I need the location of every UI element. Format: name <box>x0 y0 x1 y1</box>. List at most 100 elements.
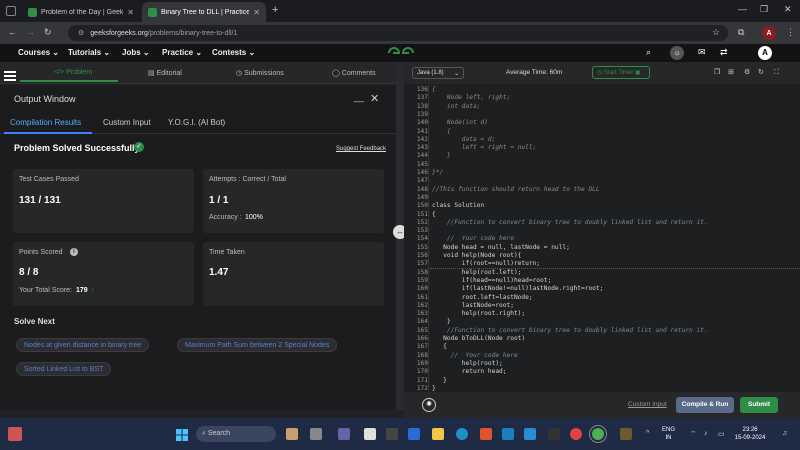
line-number: 154 <box>416 235 428 243</box>
clock[interactable]: 23:26 15-09-2024 <box>730 426 770 442</box>
minimize-icon[interactable]: — <box>738 5 747 14</box>
close-tab-icon[interactable]: ✕ <box>127 8 134 17</box>
browser-menu-icon[interactable]: ⋮ <box>786 28 795 37</box>
line-number: 156 <box>416 252 428 259</box>
copy-code-icon[interactable]: ❐ <box>714 69 720 76</box>
points-label: Points Scored <box>19 249 63 256</box>
code-line: Node(int d) <box>432 119 488 127</box>
line-number: 170 <box>416 368 428 376</box>
task-view-icon[interactable] <box>310 428 322 440</box>
maximize-icon[interactable]: ❐ <box>760 5 768 14</box>
minimize-output-icon[interactable]: __ <box>354 92 364 102</box>
profile-avatar[interactable]: A <box>762 26 776 40</box>
reload-icon[interactable]: ↻ <box>44 28 52 37</box>
nav-contests[interactable]: Contests ⌄ <box>212 48 255 57</box>
solve-next-link[interactable]: Maximum Path Sum between 2 Special Nodes <box>177 338 338 352</box>
new-tab-icon[interactable]: + <box>272 5 278 16</box>
line-number: 138 <box>416 102 428 110</box>
start-windows-icon[interactable] <box>176 428 188 441</box>
fullscreen-icon[interactable]: ⛶ <box>774 69 779 76</box>
wifi-icon[interactable]: ⌔ <box>690 430 697 439</box>
tab-actions-icon[interactable] <box>6 6 16 16</box>
widgets-icon[interactable] <box>8 427 22 441</box>
url-field[interactable]: ⚙ geeksforgeeks.org/problems/binary-tree… <box>68 25 728 41</box>
teams-icon[interactable] <box>338 428 350 440</box>
tab-problem[interactable]: </> Problem <box>54 69 92 76</box>
volume-icon[interactable]: ♪ <box>704 430 708 437</box>
file-explorer-icon[interactable] <box>432 428 444 440</box>
edge-icon[interactable] <box>456 428 468 440</box>
line-number: 149 <box>416 193 428 201</box>
tab-compilation-results[interactable]: Compilation Results <box>10 118 81 127</box>
notification-bell-icon[interactable]: ♫ <box>782 430 787 437</box>
brave-icon[interactable] <box>480 428 492 440</box>
tab-binary-tree-to-dll[interactable]: Binary Tree to DLL | Practice | G ✕ <box>142 2 266 22</box>
vscode-icon[interactable] <box>524 428 536 440</box>
bookmark-star-icon[interactable]: ☆ <box>712 28 720 37</box>
tab-comments[interactable]: ◯ Comments <box>332 69 376 77</box>
gfg-top-nav: Courses ⌄ Tutorials ⌄ Jobs ⌄ Practice ⌄ … <box>0 44 800 62</box>
tab-title: Binary Tree to DLL | Practice | G <box>161 8 250 16</box>
nav-tutorials[interactable]: Tutorials ⌄ <box>68 48 110 57</box>
line-number: 171 <box>416 376 428 384</box>
compile-run-button[interactable]: Compile & Run <box>676 397 734 413</box>
tab-custom-input[interactable]: Custom Input <box>103 118 151 127</box>
tray-overflow-icon[interactable]: ^ <box>646 430 649 437</box>
language-select[interactable]: Java (1.8) ⌄ <box>412 67 464 79</box>
taskbar-app-icon[interactable] <box>502 428 514 440</box>
info-icon[interactable]: i <box>70 248 78 256</box>
taskbar-app-icon[interactable] <box>386 428 398 440</box>
taskbar-app-icon[interactable] <box>286 428 298 440</box>
code-editor[interactable]: 136 {137 Node left, right; 138 int data; 13… <box>404 84 800 392</box>
back-icon[interactable]: ← <box>8 28 17 37</box>
close-tab-icon[interactable]: ✕ <box>253 8 260 17</box>
search-icon[interactable]: ⌕ <box>646 48 651 57</box>
gfg-logo-icon[interactable] <box>386 46 416 60</box>
taskbar-app-icon[interactable] <box>364 428 376 440</box>
tab-label: Comments <box>341 70 376 77</box>
extensions-icon[interactable]: ⧉ <box>738 28 744 37</box>
hamburger-menu-icon[interactable] <box>4 68 16 81</box>
close-output-icon[interactable]: ✕ <box>370 92 379 105</box>
notifications-icon[interactable]: ✉ <box>698 48 706 57</box>
site-info-icon[interactable]: ⚙ <box>78 29 84 37</box>
user-avatar[interactable]: A <box>758 46 772 60</box>
solve-next-link[interactable]: Sorted Linked List to BST <box>16 362 112 376</box>
ai-assist-icon[interactable]: ✺ <box>422 398 436 412</box>
tab-submissions[interactable]: ◷ Submissions <box>236 69 284 77</box>
start-timer-button[interactable]: ◷ Start Timer ▣ <box>592 66 650 79</box>
tab-problem-of-the-day[interactable]: Problem of the Day | GeeksforG ✕ <box>22 2 140 22</box>
tab-title: Problem of the Day | GeeksforG <box>41 8 124 16</box>
taskbar-app-icon[interactable] <box>570 428 582 440</box>
forward-icon[interactable]: → <box>26 28 35 37</box>
code-line: { <box>432 86 436 93</box>
taskbar-app-icon[interactable] <box>548 428 560 440</box>
theme-toggle-icon[interactable]: ☼ <box>670 46 684 60</box>
test-cases-label: Test Cases Passed <box>19 176 79 183</box>
taskbar-app-icon[interactable] <box>620 428 632 440</box>
line-number: 142 <box>416 135 428 143</box>
nav-courses[interactable]: Courses ⌄ <box>18 48 59 57</box>
solve-next-link[interactable]: Nodes at given distance in binary tree <box>16 338 150 352</box>
nav-jobs[interactable]: Jobs ⌄ <box>122 48 150 57</box>
tab-editorial[interactable]: ▤ Editorial <box>148 69 182 77</box>
battery-icon[interactable]: ▭ <box>718 430 725 438</box>
close-window-icon[interactable]: ✕ <box>784 5 792 14</box>
url-path: /problems/binary-tree-to-dll/1 <box>147 29 238 37</box>
settings-icon[interactable]: ⚙ <box>744 69 750 76</box>
suggest-feedback-link[interactable]: Suggest Feedback <box>336 146 386 152</box>
upload-icon[interactable]: ⊞ <box>728 69 734 76</box>
custom-input-link[interactable]: Custom Input <box>628 401 667 408</box>
translate-icon[interactable]: ⇄ <box>720 48 728 57</box>
total-score-label: Your Total Score: <box>19 287 72 294</box>
taskbar-app-icon[interactable] <box>408 428 420 440</box>
chrome-icon[interactable] <box>592 428 604 440</box>
editor-header: Java (1.8) ⌄ Average Time: 60m ◷ Start T… <box>404 62 800 84</box>
language-indicator[interactable]: ENG IN <box>662 426 675 442</box>
reset-code-icon[interactable]: ↻ <box>758 69 764 76</box>
nav-practice[interactable]: Practice ⌄ <box>162 48 202 57</box>
test-cases-value: 131 / 131 <box>19 195 61 206</box>
tab-yogi-ai-bot[interactable]: Y.O.G.I. (AI Bot) <box>168 118 225 127</box>
taskbar-search[interactable]: ⌕ Search <box>196 426 276 442</box>
submit-button[interactable]: Submit <box>740 397 778 413</box>
